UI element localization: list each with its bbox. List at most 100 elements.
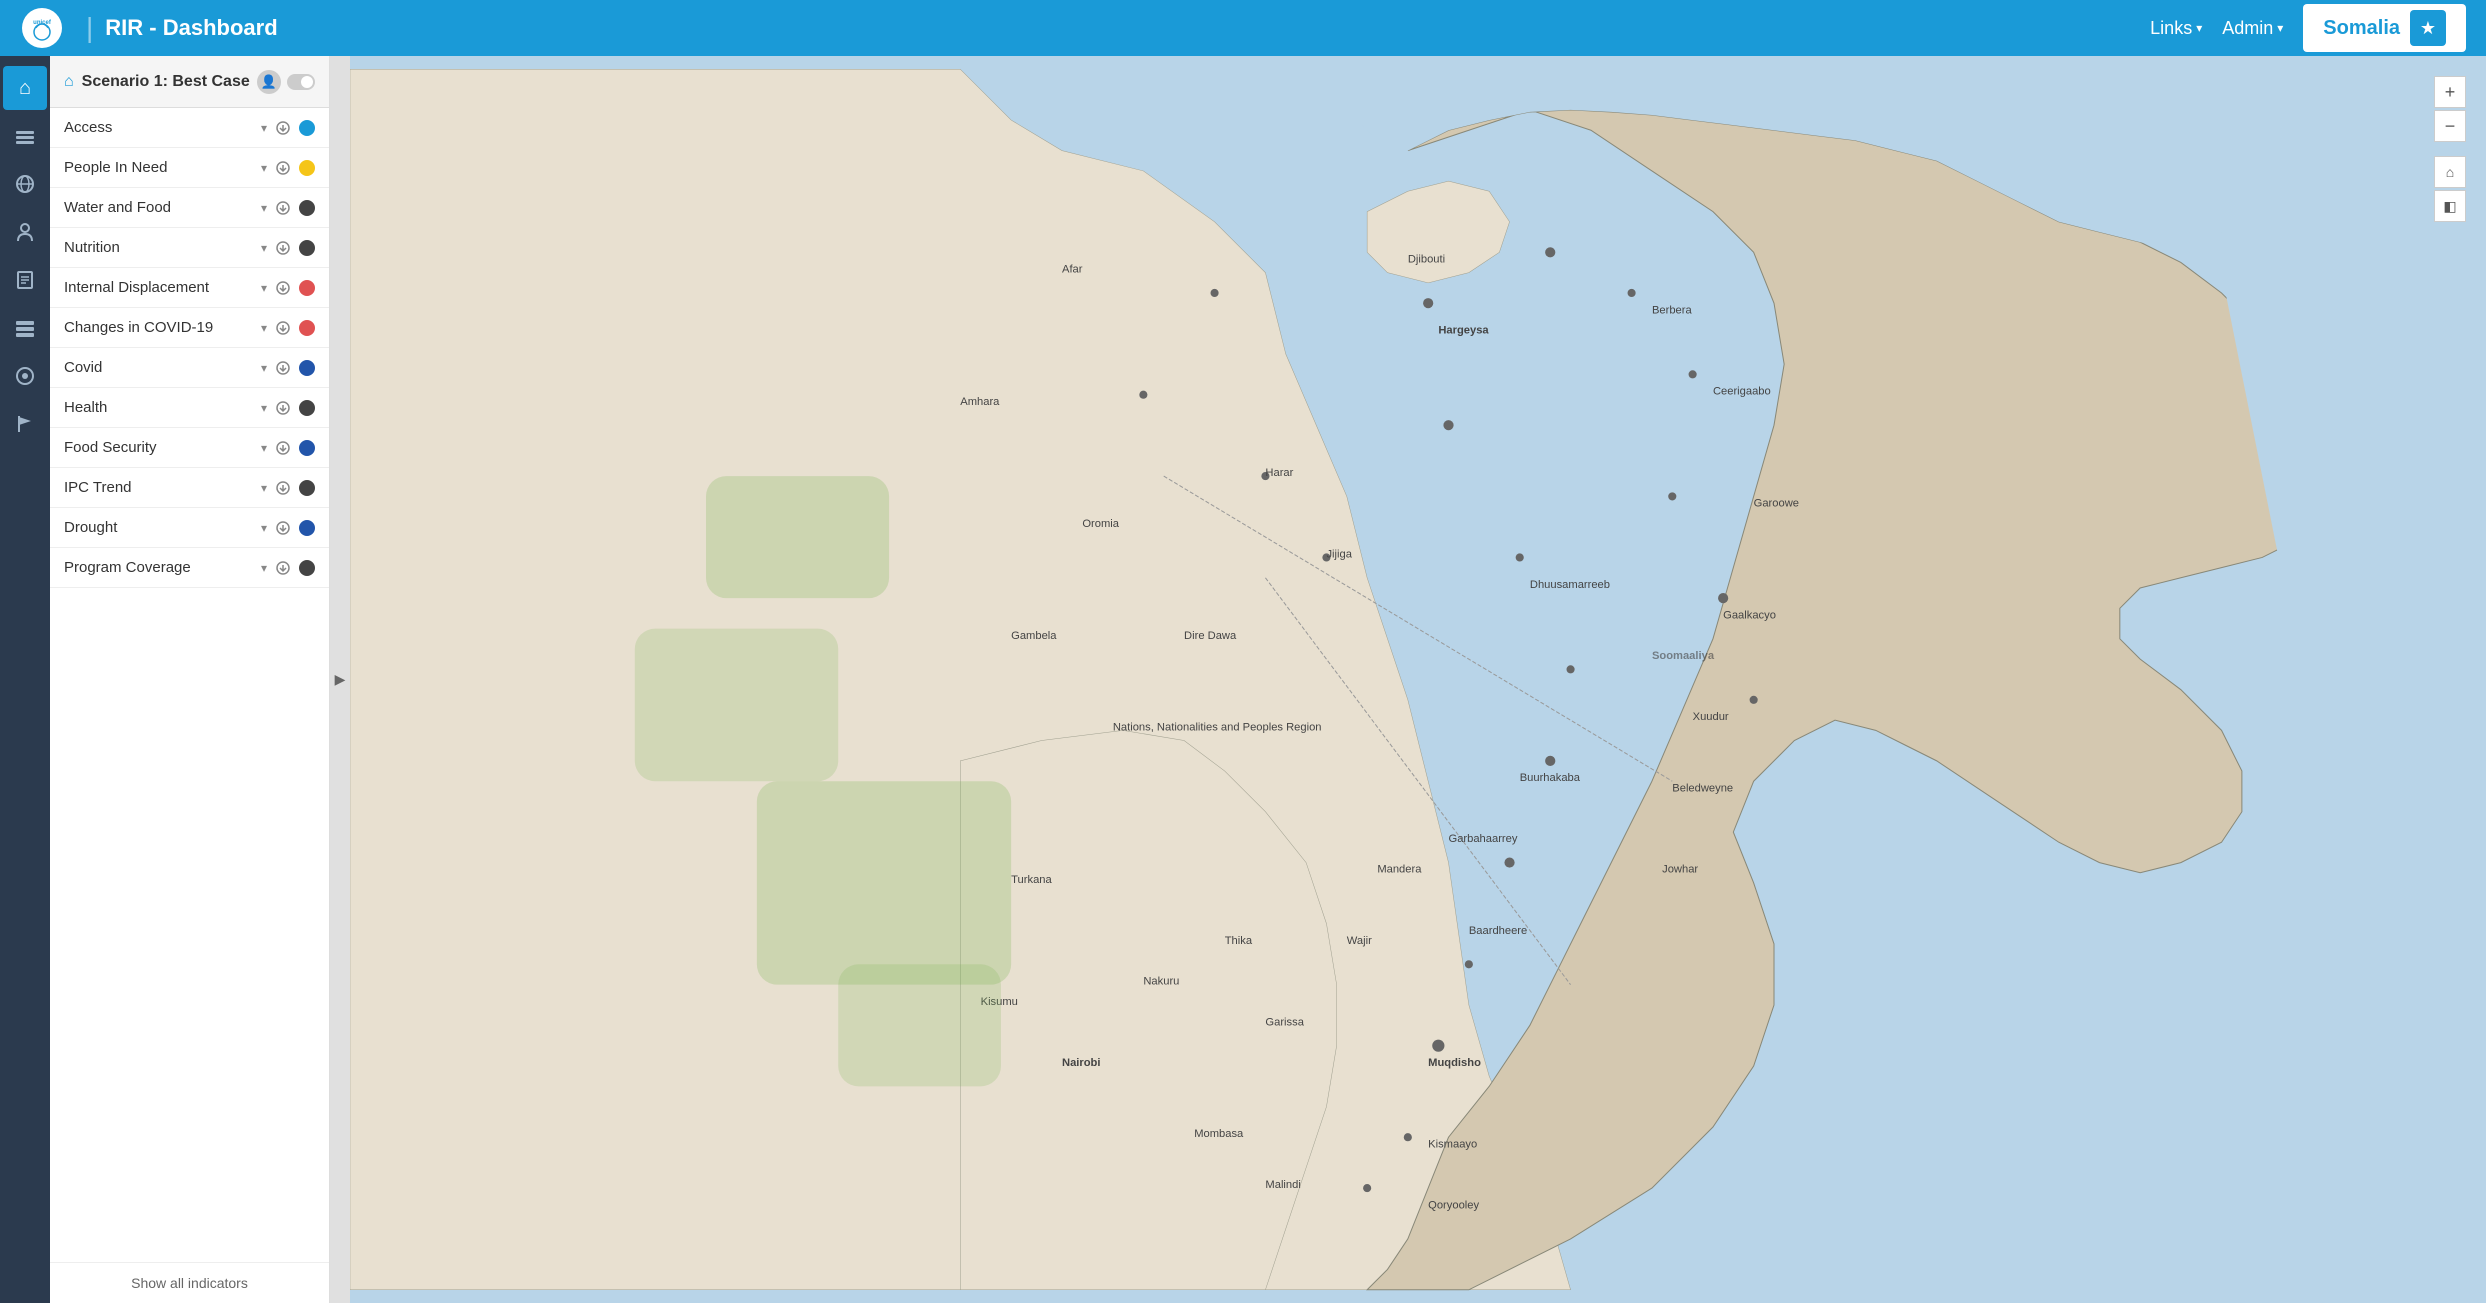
layer-item-ipc-trend[interactable]: IPC Trend ▾: [50, 468, 329, 508]
separator: |: [86, 12, 93, 44]
icon-sidebar: ⌂: [0, 56, 50, 1303]
layer-chevron-access[interactable]: ▾: [261, 121, 267, 135]
layer-controls-internal-displacement: ▾: [261, 278, 315, 298]
zoom-controls: + −: [2434, 76, 2466, 142]
country-badge: Somalia ★: [2303, 4, 2466, 52]
layer-chevron-water-and-food[interactable]: ▾: [261, 201, 267, 215]
svg-text:Hargeysa: Hargeysa: [1438, 325, 1489, 337]
svg-text:Dhuusamarreeb: Dhuusamarreeb: [1530, 579, 1610, 591]
svg-text:Buurhakaba: Buurhakaba: [1520, 772, 1581, 784]
layer-item-water-and-food[interactable]: Water and Food ▾: [50, 188, 329, 228]
layer-name-changes-in-covid: Changes in COVID-19: [64, 319, 261, 336]
svg-text:Nakuru: Nakuru: [1143, 976, 1179, 988]
zoom-in-button[interactable]: +: [2434, 76, 2466, 108]
layer-chevron-program-coverage[interactable]: ▾: [261, 561, 267, 575]
unicef-logo-icon: unicef: [20, 6, 64, 50]
toggle-switch[interactable]: [287, 74, 315, 90]
star-button[interactable]: ★: [2410, 10, 2446, 46]
layer-download-program-coverage[interactable]: [273, 558, 293, 578]
layer-download-water-and-food[interactable]: [273, 198, 293, 218]
layer-download-nutrition[interactable]: [273, 238, 293, 258]
svg-text:Harar: Harar: [1265, 467, 1293, 479]
svg-text:Wajir: Wajir: [1347, 935, 1372, 947]
sidebar-item-layers[interactable]: [3, 114, 47, 158]
layer-dot-program-coverage: [299, 560, 315, 576]
layer-name-internal-displacement: Internal Displacement: [64, 279, 261, 296]
layer-download-health[interactable]: [273, 398, 293, 418]
layer-download-drought[interactable]: [273, 518, 293, 538]
layer-item-covid[interactable]: Covid ▾: [50, 348, 329, 388]
layer-item-access[interactable]: Access ▾: [50, 108, 329, 148]
layer-download-access[interactable]: [273, 118, 293, 138]
layer-chevron-health[interactable]: ▾: [261, 401, 267, 415]
sidebar-item-list[interactable]: [3, 306, 47, 350]
layer-chevron-covid[interactable]: ▾: [261, 361, 267, 375]
map-area[interactable]: Hargeysa Berbera Ceerigaabo Garoowe Gaal…: [350, 56, 2486, 1303]
layer-item-internal-displacement[interactable]: Internal Displacement ▾: [50, 268, 329, 308]
layer-chevron-changes-in-covid[interactable]: ▾: [261, 321, 267, 335]
layer-item-people-in-need[interactable]: People In Need ▾: [50, 148, 329, 188]
panel-toggle-button[interactable]: ▶: [330, 56, 350, 1303]
layer-download-food-security[interactable]: [273, 438, 293, 458]
svg-text:Dire Dawa: Dire Dawa: [1184, 630, 1237, 642]
svg-text:Nations, Nationalities and Peo: Nations, Nationalities and Peoples Regio…: [1113, 721, 1322, 733]
zoom-out-button[interactable]: −: [2434, 110, 2466, 142]
sidebar-item-people[interactable]: [3, 210, 47, 254]
layer-item-food-security[interactable]: Food Security ▾: [50, 428, 329, 468]
layer-name-covid: Covid: [64, 359, 261, 376]
layer-download-people-in-need[interactable]: [273, 158, 293, 178]
layer-controls-ipc-trend: ▾: [261, 478, 315, 498]
layer-item-nutrition[interactable]: Nutrition ▾: [50, 228, 329, 268]
sidebar-item-globe[interactable]: [3, 162, 47, 206]
svg-text:Kismaayo: Kismaayo: [1428, 1138, 1477, 1150]
scenario-home-icon[interactable]: ⌂: [64, 73, 74, 91]
map-home-button[interactable]: ⌂: [2434, 156, 2466, 188]
svg-text:Djibouti: Djibouti: [1408, 253, 1445, 265]
svg-text:Gambela: Gambela: [1011, 630, 1057, 642]
layer-download-ipc-trend[interactable]: [273, 478, 293, 498]
admin-menu[interactable]: Admin ▾: [2222, 18, 2283, 39]
layer-name-people-in-need: People In Need: [64, 159, 261, 176]
layer-chevron-ipc-trend[interactable]: ▾: [261, 481, 267, 495]
svg-text:Turkana: Turkana: [1011, 874, 1052, 886]
sidebar-item-home[interactable]: ⌂: [3, 66, 47, 110]
sidebar-item-book[interactable]: [3, 258, 47, 302]
svg-text:Jijiga: Jijiga: [1326, 548, 1352, 560]
layer-dot-water-and-food: [299, 200, 315, 216]
map-layers-button[interactable]: ◧: [2434, 190, 2466, 222]
layer-download-internal-displacement[interactable]: [273, 278, 293, 298]
svg-text:Muqdisho: Muqdisho: [1428, 1057, 1481, 1069]
layer-chevron-nutrition[interactable]: ▾: [261, 241, 267, 255]
show-all-indicators-button[interactable]: Show all indicators: [50, 1262, 329, 1303]
layer-item-program-coverage[interactable]: Program Coverage ▾: [50, 548, 329, 588]
layer-name-health: Health: [64, 399, 261, 416]
svg-text:Xuudur: Xuudur: [1693, 711, 1729, 723]
layer-item-changes-in-covid[interactable]: Changes in COVID-19 ▾: [50, 308, 329, 348]
layer-download-changes-in-covid[interactable]: [273, 318, 293, 338]
layer-dot-changes-in-covid: [299, 320, 315, 336]
layer-chevron-people-in-need[interactable]: ▾: [261, 161, 267, 175]
sidebar-item-network[interactable]: [3, 354, 47, 398]
layer-item-health[interactable]: Health ▾: [50, 388, 329, 428]
layer-controls-nutrition: ▾: [261, 238, 315, 258]
svg-text:Mombasa: Mombasa: [1194, 1128, 1244, 1140]
layer-controls-program-coverage: ▾: [261, 558, 315, 578]
scenario-left: ⌂ Scenario 1: Best Case: [64, 73, 250, 91]
layer-name-nutrition: Nutrition: [64, 239, 261, 256]
admin-chevron-icon: ▾: [2277, 21, 2283, 35]
layer-dot-covid: [299, 360, 315, 376]
sidebar-item-flag[interactable]: [3, 402, 47, 446]
layer-dot-ipc-trend: [299, 480, 315, 496]
layer-chevron-internal-displacement[interactable]: ▾: [261, 281, 267, 295]
svg-text:Ceerigaabo: Ceerigaabo: [1713, 386, 1771, 398]
layer-name-drought: Drought: [64, 519, 261, 536]
layer-chevron-food-security[interactable]: ▾: [261, 441, 267, 455]
layer-download-covid[interactable]: [273, 358, 293, 378]
links-menu[interactable]: Links ▾: [2150, 18, 2202, 39]
brand-logo: unicef | RIR - Dashboard: [20, 6, 278, 50]
layer-name-water-and-food: Water and Food: [64, 199, 261, 216]
map-background: Hargeysa Berbera Ceerigaabo Garoowe Gaal…: [350, 56, 2486, 1303]
layer-dot-people-in-need: [299, 160, 315, 176]
layer-chevron-drought[interactable]: ▾: [261, 521, 267, 535]
layer-item-drought[interactable]: Drought ▾: [50, 508, 329, 548]
